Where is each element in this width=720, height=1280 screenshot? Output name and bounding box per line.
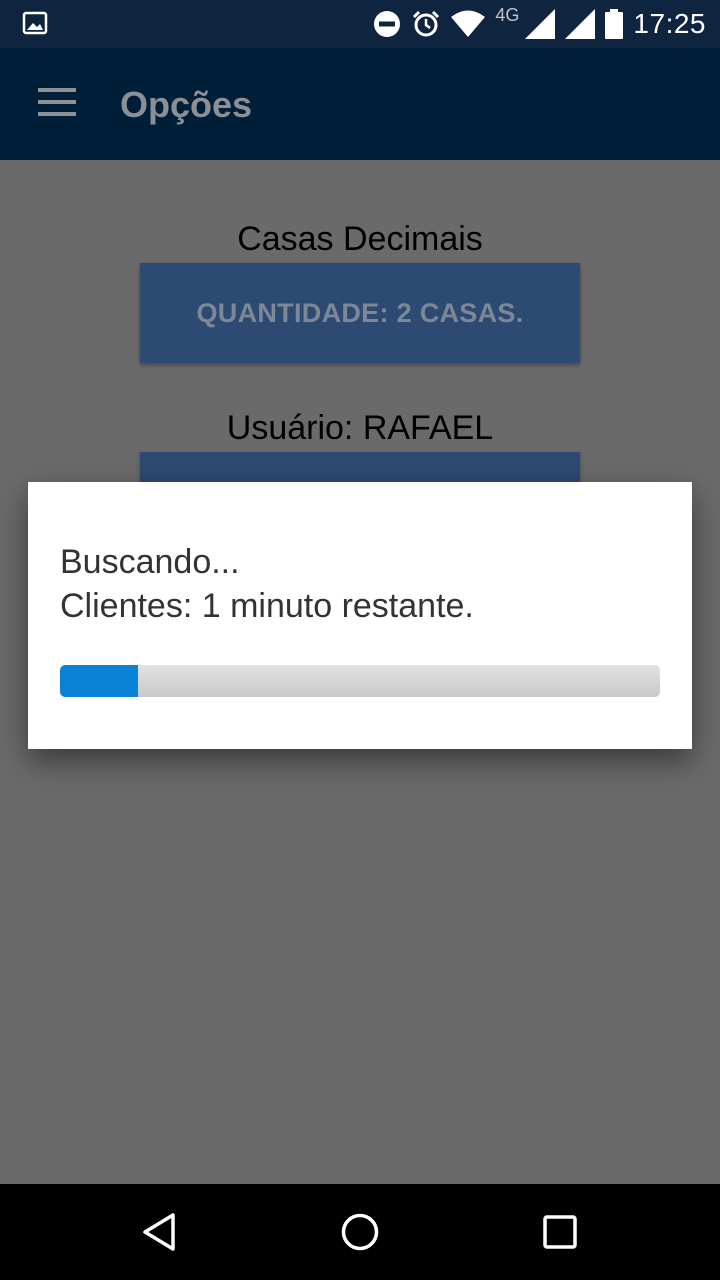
dialog-line-2: Clientes: 1 minuto restante. bbox=[60, 587, 474, 625]
home-button[interactable] bbox=[310, 1184, 410, 1280]
progress-fill bbox=[60, 665, 138, 697]
user-label: Usuário: RAFAEL bbox=[226, 409, 494, 447]
signal-icon bbox=[525, 9, 556, 39]
battery-icon bbox=[605, 9, 624, 39]
app-bar bbox=[0, 48, 720, 160]
back-button[interactable] bbox=[110, 1184, 210, 1280]
dialog-message: Buscando... Clientes: 1 minuto restante. bbox=[60, 540, 474, 628]
alarm-icon bbox=[413, 10, 440, 37]
signal-icon-2 bbox=[565, 9, 596, 39]
progress-bar bbox=[60, 665, 660, 697]
navigation-bar bbox=[0, 1184, 720, 1280]
network-type-label: 4G bbox=[495, 4, 520, 25]
dialog-line-1: Buscando... bbox=[60, 543, 240, 581]
back-icon bbox=[143, 1213, 175, 1251]
scrim bbox=[0, 48, 720, 160]
recents-button[interactable] bbox=[510, 1184, 610, 1280]
progress-dialog: Buscando... Clientes: 1 minuto restante. bbox=[28, 482, 692, 749]
clock: 17:25 bbox=[633, 8, 706, 39]
do-not-disturb-icon bbox=[374, 11, 401, 37]
status-bar: 4G 17:25 bbox=[0, 0, 720, 48]
wifi-icon bbox=[451, 10, 486, 37]
home-icon bbox=[341, 1213, 379, 1251]
decimal-quantity-button[interactable]: QUANTIDADE: 2 CASAS. bbox=[140, 263, 580, 363]
image-notification-icon bbox=[22, 11, 48, 35]
recents-icon bbox=[543, 1215, 577, 1249]
hamburger-menu-icon[interactable] bbox=[38, 88, 76, 118]
decimal-places-label: Casas Decimais bbox=[237, 220, 483, 258]
page-title: Opções bbox=[120, 84, 253, 125]
